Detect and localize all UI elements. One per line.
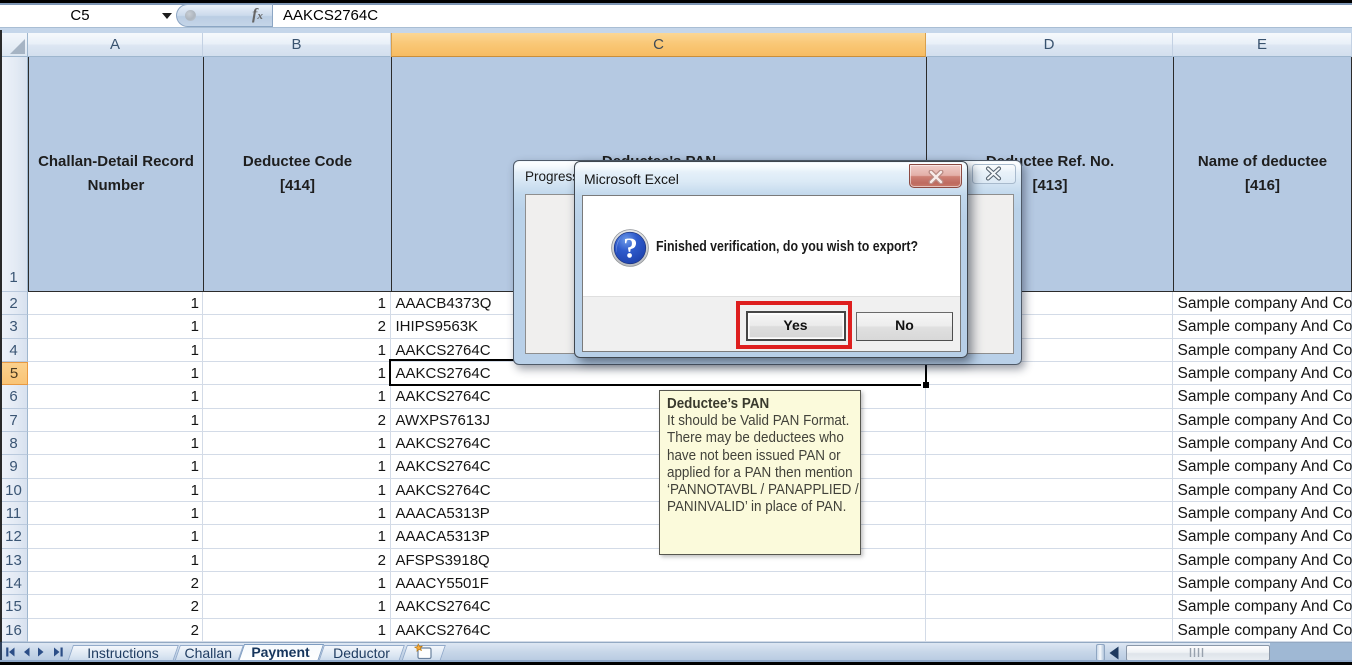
svg-text:?: ? xyxy=(623,232,638,264)
